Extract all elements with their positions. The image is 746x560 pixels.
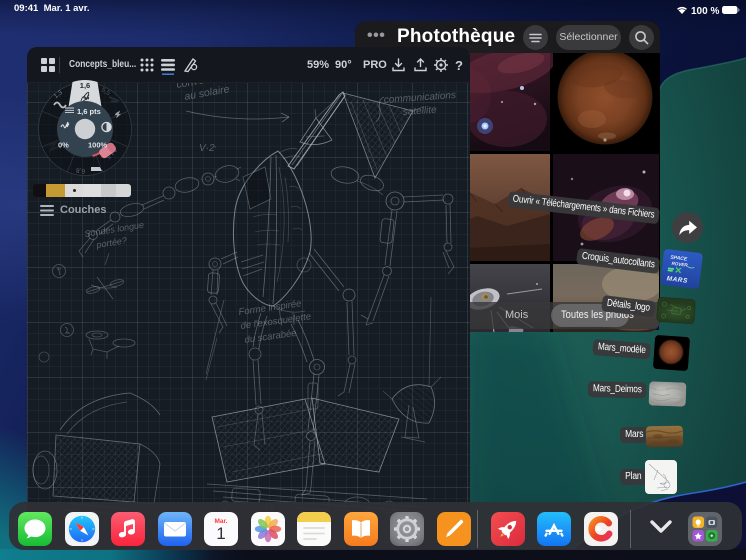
svg-text:V·2': V·2' xyxy=(199,143,217,154)
svg-text:1,6 pts: 1,6 pts xyxy=(77,107,101,116)
svg-text:0%: 0% xyxy=(58,141,69,150)
svg-text:MARS: MARS xyxy=(666,275,688,285)
svg-text:satellite: satellite xyxy=(402,105,437,118)
svg-text:Sondes longue: Sondes longue xyxy=(84,220,145,239)
svg-text:1,6: 1,6 xyxy=(80,81,90,90)
svg-text:100%: 100% xyxy=(88,141,108,150)
svg-text:portée?: portée? xyxy=(95,235,128,250)
svg-text:1: 1 xyxy=(216,524,225,543)
svg-text:100 %: 100 % xyxy=(691,6,719,16)
svg-text:communications: communications xyxy=(383,90,456,106)
svg-text:6,8: 6,8 xyxy=(75,166,85,174)
svg-text:du scarabée: du scarabée xyxy=(244,328,297,346)
svg-text:ROVER: ROVER xyxy=(671,261,688,268)
